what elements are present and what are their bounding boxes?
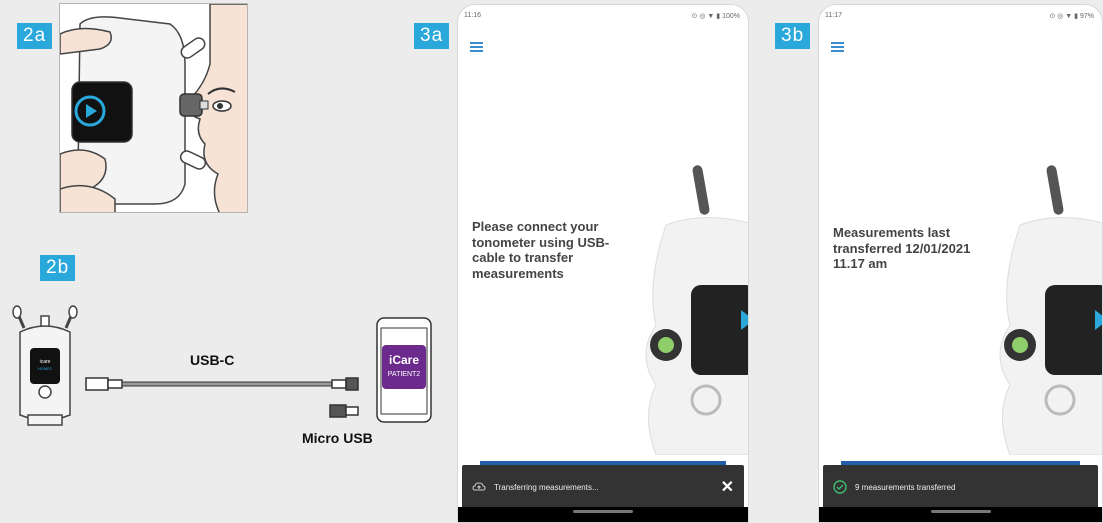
- cloud-upload-icon: [472, 482, 486, 491]
- step-badge-2a: 2a: [17, 23, 53, 49]
- phone-screen-3a: 11:16 ⊙ ◎ ▼ ▮ 100% Please connect your t…: [457, 4, 749, 523]
- step-badge-3a: 3a: [414, 23, 450, 49]
- step-badge-3b: 3b: [775, 23, 811, 49]
- status-time: 11:17: [825, 12, 842, 19]
- snackbar-text: 9 measurements transferred: [855, 482, 956, 492]
- home-gesture-pill[interactable]: [573, 510, 633, 513]
- device-brand-text: icare: [40, 359, 51, 365]
- status-icons: ⊙ ◎ ▼ ▮ 100%: [691, 13, 740, 20]
- transfer-snackbar: Transferring measurements... ✕: [462, 465, 744, 509]
- tonometer-photo-bg: [999, 165, 1102, 455]
- status-bar: 11:16 ⊙ ◎ ▼ ▮ 100%: [458, 12, 748, 24]
- snackbar-text: Transferring measurements...: [494, 482, 599, 492]
- transfer-complete-snackbar: 9 measurements transferred: [823, 465, 1098, 509]
- icare-app-icon: [382, 345, 426, 389]
- battery-level: 97%: [1079, 13, 1094, 20]
- micro-usb-label: Micro USB: [302, 430, 373, 446]
- system-nav-bar: [819, 507, 1102, 522]
- connect-message: Please connect your tonometer using USB-…: [472, 219, 610, 281]
- phone-screen-3b: 11:17 ⊙ ◎ ▼ ▮ 97% Measurements last tran…: [818, 4, 1103, 523]
- usb-connection-diagram: icare HOME2 iCare PATIENT2: [12, 305, 432, 426]
- smartphone-icon: [376, 317, 432, 423]
- tonometer-photo-bg: [645, 165, 748, 455]
- status-bar: 11:17 ⊙ ◎ ▼ ▮ 97%: [819, 12, 1102, 24]
- app-icon-name: iCare: [389, 353, 419, 367]
- app-icon-subtitle: PATIENT2: [388, 371, 421, 378]
- tonometer-use-drawing: [60, 4, 247, 212]
- close-snackbar-button[interactable]: ✕: [721, 477, 734, 497]
- status-icons: ⊙ ◎ ▼ ▮ 97%: [1049, 13, 1094, 20]
- hamburger-menu-icon[interactable]: [831, 42, 844, 52]
- step-badge-2b: 2b: [40, 255, 76, 281]
- check-circle-icon: [833, 480, 847, 494]
- instruction-page: 2a 2b icare HOME2 iCare PATIENT2 USB-C M…: [0, 0, 1103, 523]
- last-transfer-message: Measurements last transferred 12/01/2021…: [833, 225, 971, 271]
- hamburger-menu-icon[interactable]: [470, 42, 483, 52]
- home-gesture-pill[interactable]: [930, 510, 991, 513]
- device-model-text: HOME2: [38, 366, 53, 371]
- status-time: 11:16: [464, 12, 481, 19]
- usb-c-label: USB-C: [190, 352, 235, 368]
- usb-cable-icon: [85, 377, 359, 418]
- battery-level: 100%: [722, 13, 740, 20]
- system-nav-bar: [458, 507, 748, 522]
- illustration-tonometer-use: [59, 3, 248, 213]
